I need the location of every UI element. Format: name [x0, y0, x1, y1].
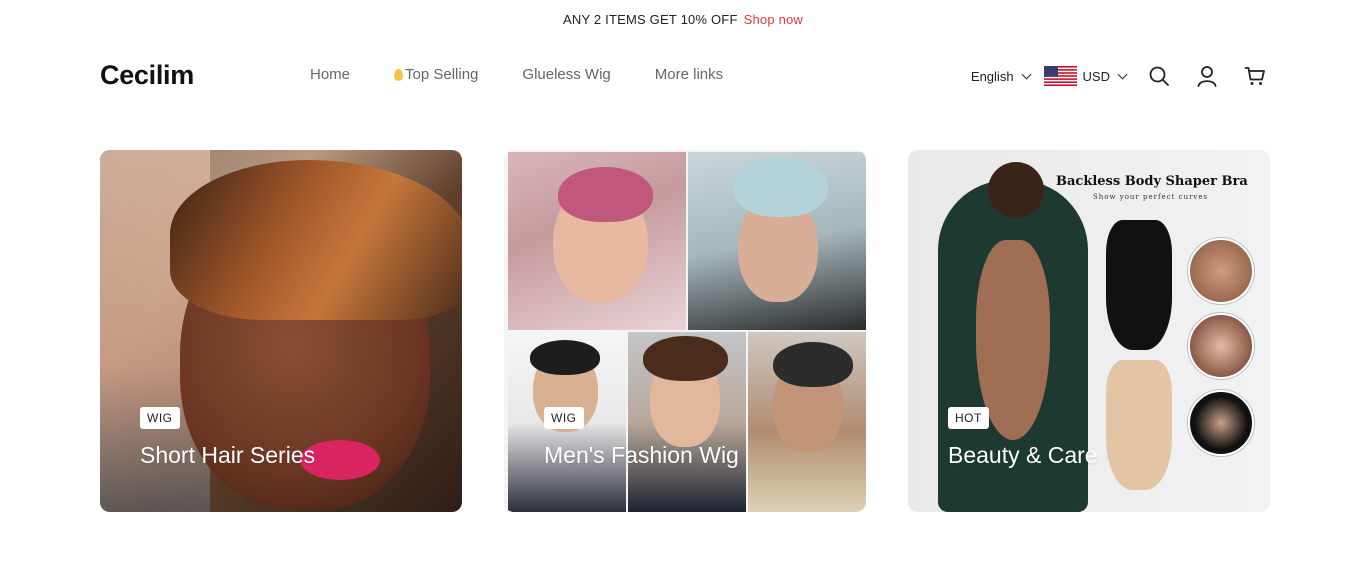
language-selector[interactable]: English — [970, 68, 1031, 84]
nav-top-selling[interactable]: Top Selling — [394, 66, 478, 83]
collection-title[interactable]: Beauty & Care — [948, 442, 1098, 469]
model-photo — [748, 332, 866, 512]
announcement-bar: ANY 2 ITEMS GET 10% OFF Shop now — [0, 12, 1366, 27]
nav-top-selling-label: Top Selling — [405, 66, 479, 83]
pixie-wig-image — [170, 160, 462, 320]
shop-now-link[interactable]: Shop now — [744, 12, 803, 27]
search-icon[interactable] — [1148, 65, 1170, 87]
model-photo — [688, 152, 866, 330]
account-icon[interactable] — [1196, 65, 1218, 87]
nav-more-links-label: More links — [654, 66, 724, 83]
nav-more-links[interactable]: More links — [655, 66, 723, 83]
announcement-text: ANY 2 ITEMS GET 10% OFF — [562, 12, 738, 27]
cart-icon[interactable] — [1244, 65, 1266, 87]
image-heading: Backless Body Shaper Bra — [1056, 174, 1248, 189]
main-nav: Home Top Selling Glueless Wig More links — [310, 66, 767, 83]
collection-tag: WIG — [140, 407, 180, 429]
collection-card-short-hair[interactable]: WIG Short Hair Series — [100, 150, 462, 512]
detail-circle-image — [1188, 238, 1254, 304]
model-hair-bun-image — [988, 162, 1044, 218]
chevron-down-icon — [1117, 69, 1128, 79]
currency-label: USD — [1082, 68, 1110, 84]
nav-glueless-wig[interactable]: Glueless Wig — [522, 66, 610, 83]
model-photo — [508, 152, 686, 330]
black-shaper-image — [1106, 220, 1172, 350]
collection-card-beauty-care[interactable]: Backless Body Shaper Bra Show your perfe… — [908, 150, 1270, 512]
language-label: English — [970, 68, 1014, 84]
collection-title[interactable]: Short Hair Series — [140, 442, 315, 469]
image-subheading: Show your perfect curves — [1093, 193, 1209, 201]
collection-title[interactable]: Men's Fashion Wig — [544, 442, 739, 469]
detail-circle-image — [1188, 313, 1254, 379]
nav-home[interactable]: Home — [310, 66, 350, 83]
currency-selector[interactable]: USD — [1043, 66, 1128, 86]
header-tools: English USD — [971, 62, 1266, 90]
us-flag-icon — [1043, 66, 1077, 86]
detail-circle-image — [1188, 390, 1254, 456]
collection-card-mens-wig[interactable]: WIG Men's Fashion Wig — [504, 150, 866, 512]
nav-home-label: Home — [310, 66, 351, 83]
collection-cards: WIG Short Hair Series WIG Men's Fashion … — [100, 150, 1270, 512]
flame-icon — [394, 68, 404, 81]
collection-tag: HOT — [948, 407, 989, 429]
nav-glueless-wig-label: Glueless Wig — [522, 66, 611, 83]
chevron-down-icon — [1021, 69, 1031, 79]
nude-shaper-image — [1106, 360, 1172, 490]
collection-tag: WIG — [544, 407, 584, 429]
model-photo — [628, 332, 746, 512]
site-logo[interactable]: Cecilim — [100, 60, 194, 91]
